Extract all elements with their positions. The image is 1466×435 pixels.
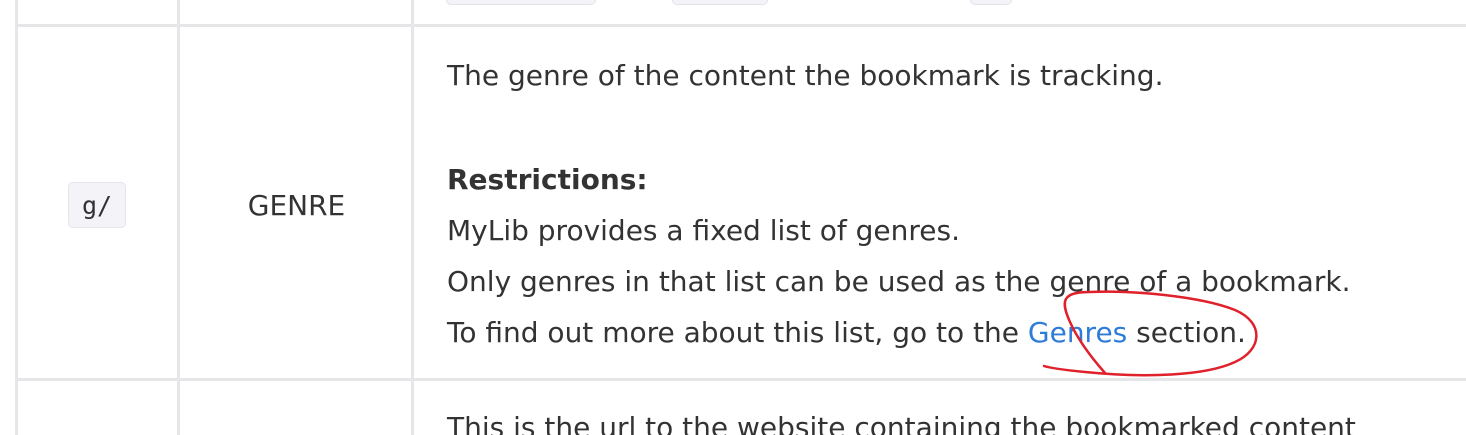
row-divider-top	[18, 24, 1466, 27]
description-line: MyLib provides a fixed list of genres.	[447, 214, 960, 247]
column-divider-1	[177, 0, 180, 435]
parameter-name: GENRE	[247, 189, 346, 222]
description-text: section.	[1127, 316, 1246, 349]
table-left-border	[15, 0, 18, 435]
description-line: The genre of the content the bookmark is…	[447, 59, 1164, 92]
description-line: Only genres in that list can be used as …	[447, 265, 1351, 298]
next-row-description: This is the url to the website containin…	[447, 411, 1356, 435]
prev-row-code-fragment	[446, 0, 596, 5]
prefix-code: g/	[68, 182, 126, 228]
description-line-with-link: To find out more about this list, go to …	[447, 313, 1246, 353]
prev-row-code-fragment	[672, 0, 768, 5]
description-text: To find out more about this list, go to …	[447, 316, 1028, 349]
restrictions-heading: Restrictions:	[447, 163, 648, 196]
documentation-table: g/ GENRE The genre of the content the bo…	[0, 0, 1466, 435]
row-divider-bottom	[18, 378, 1466, 381]
prev-row-code-fragment	[970, 0, 1012, 5]
genres-section-link[interactable]: Genres	[1028, 316, 1127, 349]
